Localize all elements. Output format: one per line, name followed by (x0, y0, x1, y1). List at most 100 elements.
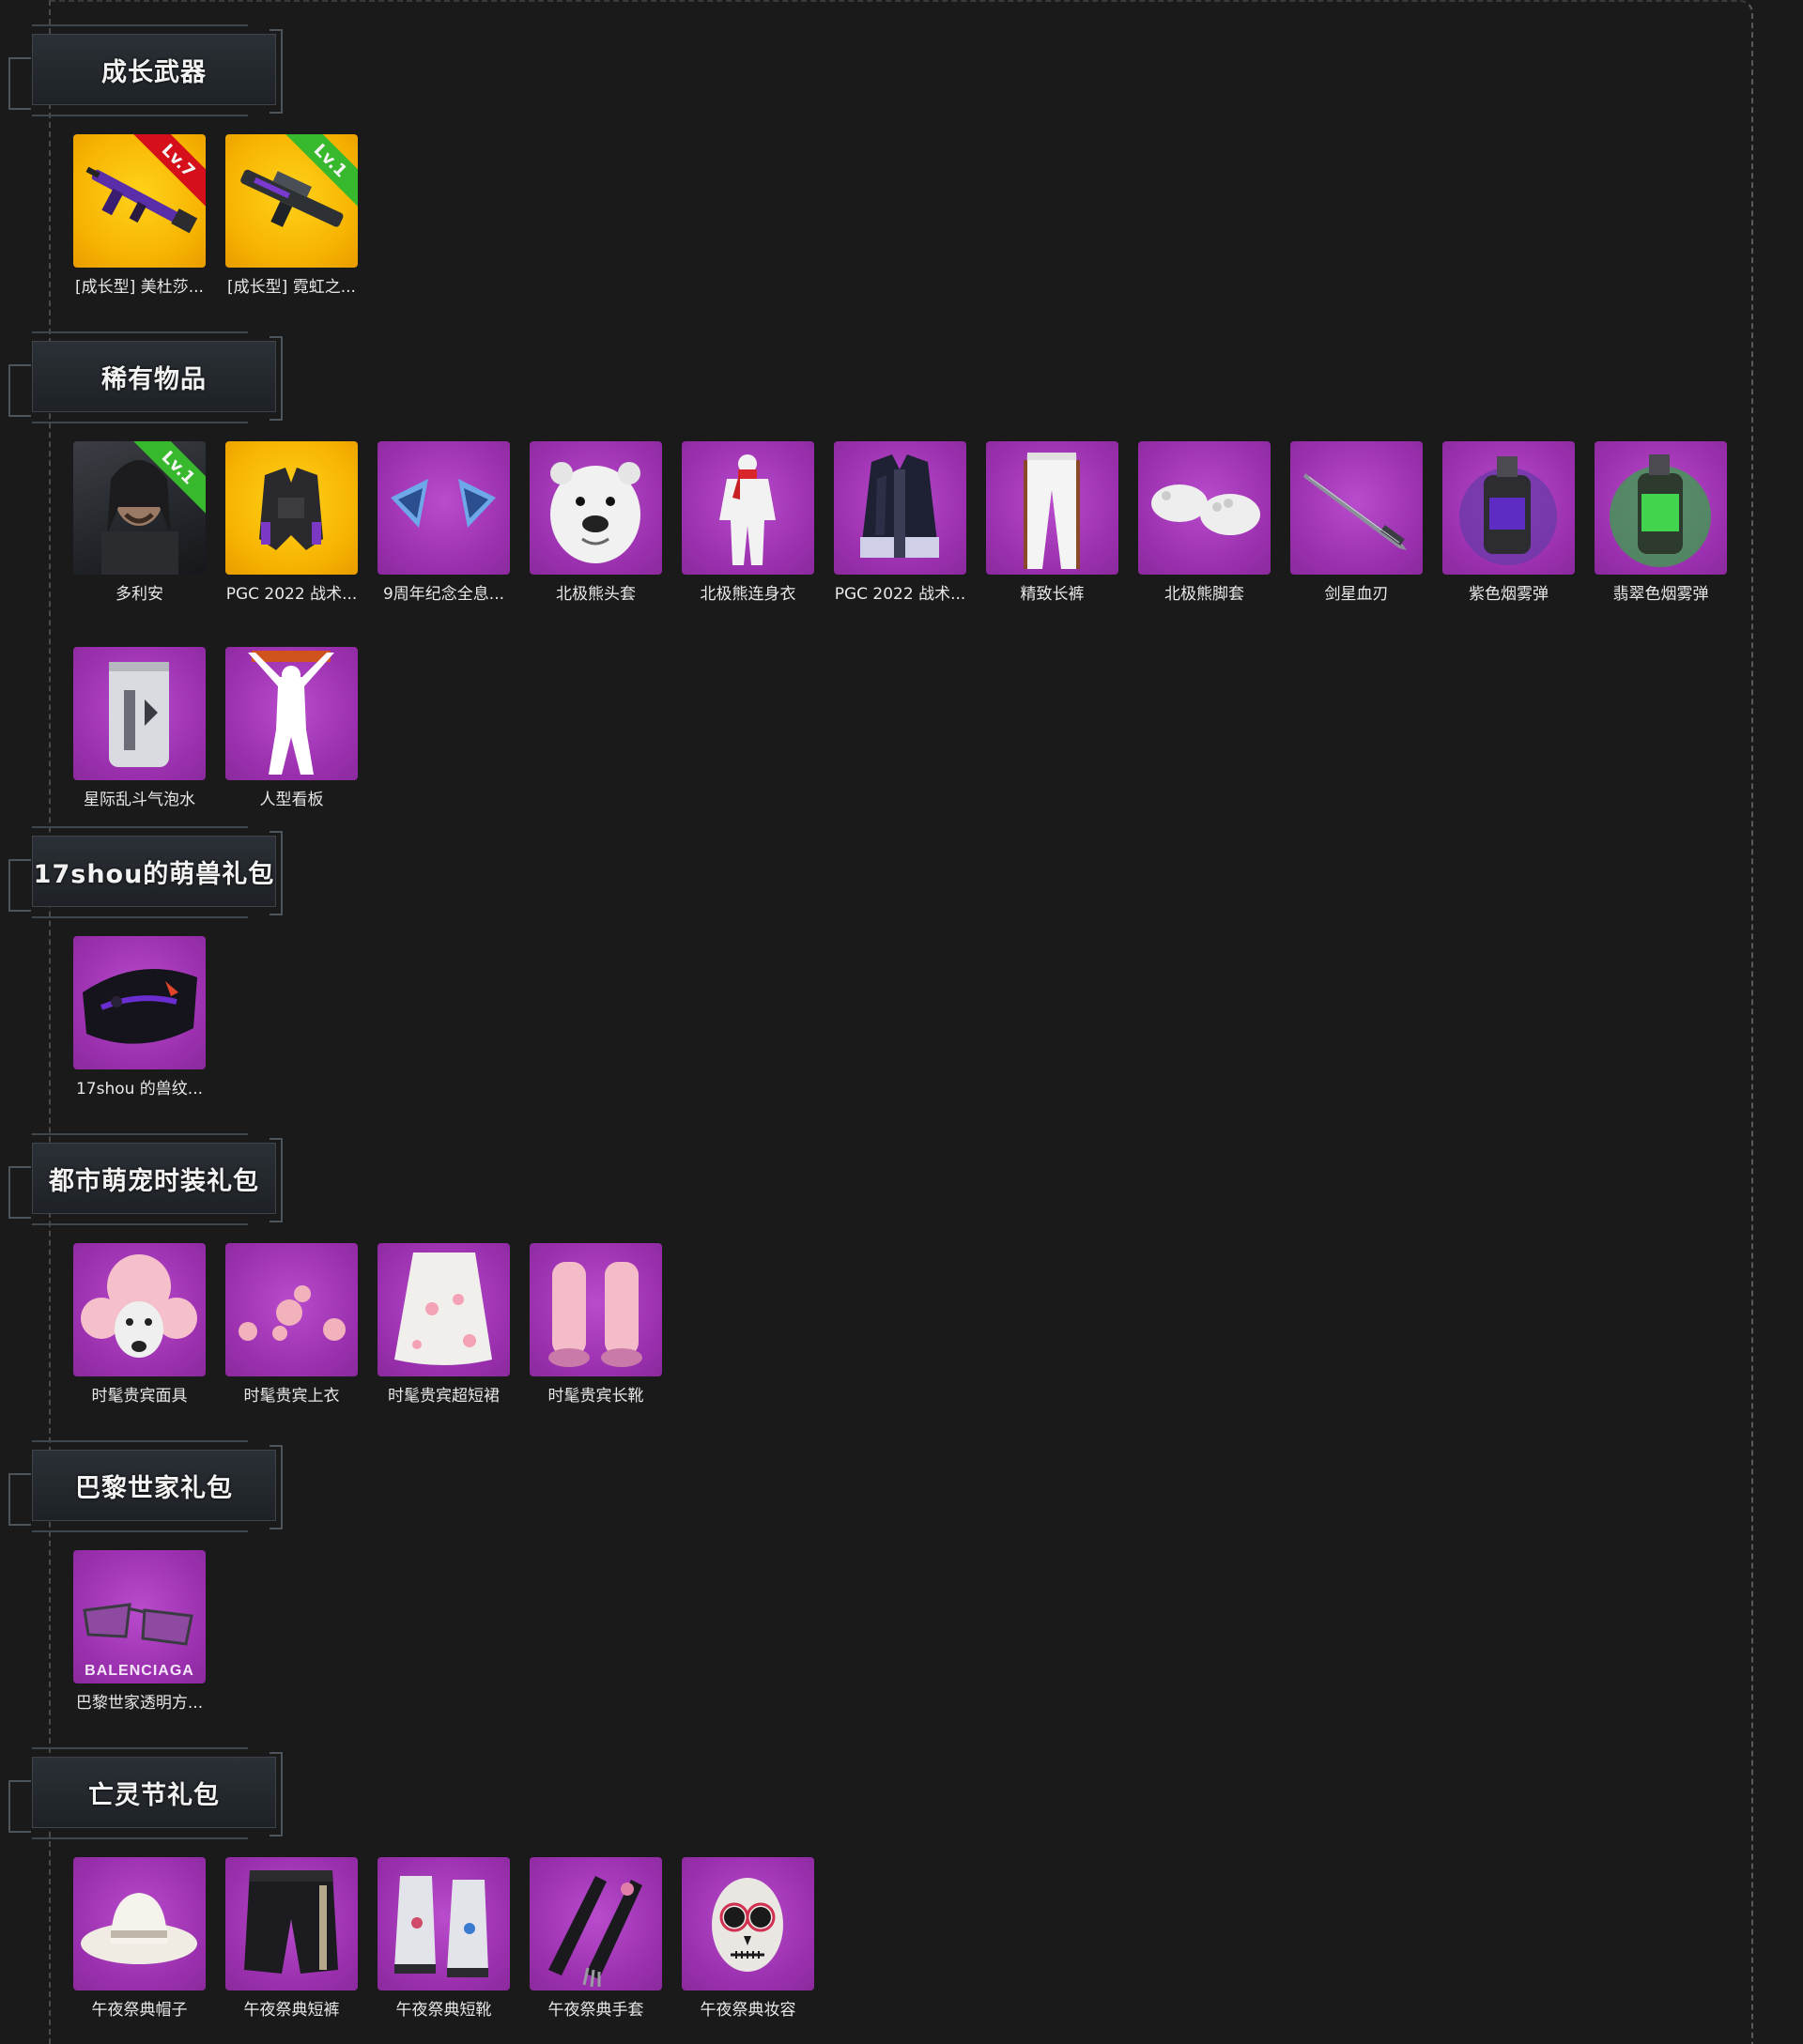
header-decor-line (32, 1440, 248, 1442)
item-name: 北极熊脚套 (1164, 585, 1244, 604)
section-header: 成长武器 (8, 17, 283, 122)
inventory-item[interactable]: Lv.1 [成长型] 霓虹之... (225, 134, 358, 297)
inventory-item[interactable]: BALENCIAGA 巴黎世家透明方... (73, 1550, 206, 1713)
item-thumbnail[interactable] (225, 1243, 358, 1376)
item-thumbnail[interactable] (682, 1857, 814, 1990)
header-decor-line (32, 331, 248, 333)
item-name: 紫色烟雾弹 (1469, 585, 1549, 604)
inventory-item[interactable]: 午夜祭典妆容 (682, 1857, 814, 2020)
item-name: [成长型] 霓虹之... (227, 278, 356, 297)
item-name: 北极熊头套 (556, 585, 636, 604)
header-decor-line (32, 1747, 248, 1749)
item-thumbnail[interactable]: BALENCIAGA (73, 1550, 206, 1683)
header-decor-line (32, 24, 248, 26)
item-thumbnail[interactable] (378, 1857, 510, 1990)
item-name: PGC 2022 战术... (834, 585, 966, 604)
item-thumbnail[interactable]: Lv.7 (73, 134, 206, 268)
item-thumbnail[interactable] (530, 1857, 662, 1990)
item-grid: Lv.1 多利安 PGC 2022 战术... 9周年纪念全息... 北极熊头套 北极熊连… (73, 441, 1754, 853)
inventory-item[interactable]: 北极熊连身衣 (682, 441, 814, 604)
header-decor-line (32, 1223, 248, 1225)
inventory-item[interactable]: 时髦贵宾面具 (73, 1243, 206, 1406)
inventory-item[interactable]: Lv.1 多利安 (73, 441, 206, 604)
item-name: 星际乱斗气泡水 (84, 791, 195, 809)
item-thumbnail[interactable] (73, 1243, 206, 1376)
item-thumbnail[interactable] (225, 1857, 358, 1990)
item-name: 时髦贵宾长靴 (547, 1387, 644, 1406)
item-name: [成长型] 美杜莎... (75, 278, 204, 297)
section-title: 17shou的萌兽礼包 (33, 859, 275, 889)
item-thumbnail[interactable] (73, 1857, 206, 1990)
item-name: 翡翠色烟雾弹 (1612, 585, 1709, 604)
item-thumbnail[interactable] (530, 1243, 662, 1376)
item-name: 剑星血刃 (1324, 585, 1389, 604)
item-thumbnail[interactable] (225, 647, 358, 780)
item-name: 午夜祭典帽子 (91, 2001, 188, 2020)
header-decor-line (32, 1133, 248, 1135)
item-thumbnail[interactable] (682, 441, 814, 575)
section-title: 稀有物品 (101, 364, 207, 394)
brand-label: BALENCIAGA (85, 1663, 194, 1679)
item-name: 17shou 的兽纹... (75, 1080, 204, 1099)
inventory-item[interactable]: 剑星血刃 (1290, 441, 1423, 604)
section-header: 亡灵节礼包 (8, 1740, 283, 1845)
inventory-item[interactable]: 时髦贵宾长靴 (530, 1243, 662, 1406)
item-thumbnail[interactable] (73, 647, 206, 780)
item-thumbnail[interactable] (530, 441, 662, 575)
inventory-item[interactable]: 午夜祭典短靴 (378, 1857, 510, 2020)
section-header: 稀有物品 (8, 324, 283, 429)
inventory-item[interactable]: 时髦贵宾超短裙 (378, 1243, 510, 1406)
item-grid: BALENCIAGA 巴黎世家透明方... (73, 1550, 1754, 1756)
item-name: 时髦贵宾上衣 (243, 1387, 340, 1406)
item-name: 时髦贵宾面具 (91, 1387, 188, 1406)
section-title: 巴黎世家礼包 (75, 1473, 233, 1503)
item-grid: 时髦贵宾面具 时髦贵宾上衣 时髦贵宾超短裙 时髦贵宾长靴 (73, 1243, 1754, 1449)
item-thumbnail[interactable] (1442, 441, 1575, 575)
inventory-item[interactable]: 星际乱斗气泡水 (73, 647, 206, 809)
item-name: 巴黎世家透明方... (75, 1694, 204, 1713)
item-thumbnail[interactable] (73, 936, 206, 1069)
item-grid: 17shou 的兽纹... (73, 936, 1754, 1142)
header-decor-line (32, 1837, 248, 1839)
item-name: 午夜祭典手套 (547, 2001, 644, 2020)
inventory-item[interactable]: 翡翠色烟雾弹 (1595, 441, 1727, 604)
header-decor-line (32, 916, 248, 918)
inventory-item[interactable]: Lv.7 [成长型] 美杜莎... (73, 134, 206, 297)
inventory-item[interactable]: 17shou 的兽纹... (73, 936, 206, 1099)
inventory-item[interactable]: 9周年纪念全息... (378, 441, 510, 604)
inventory-item[interactable]: PGC 2022 战术... (225, 441, 358, 604)
section-header: 17shou的萌兽礼包 (8, 819, 283, 924)
item-grid: Lv.7 [成长型] 美杜莎... Lv.1 [成长型] 霓虹之... (73, 134, 1754, 340)
item-name: PGC 2022 战术... (225, 585, 358, 604)
header-decor-line (32, 1530, 248, 1532)
item-grid: 午夜祭典帽子 午夜祭典短裤 午夜祭典短靴 午夜祭典手套 午夜祭典妆容 (73, 1857, 1754, 2044)
item-name: 北极熊连身衣 (700, 585, 796, 604)
item-thumbnail[interactable] (986, 441, 1118, 575)
item-thumbnail[interactable] (834, 441, 966, 575)
inventory-item[interactable]: PGC 2022 战术... (834, 441, 966, 604)
item-thumbnail[interactable] (378, 1243, 510, 1376)
item-name: 午夜祭典妆容 (700, 2001, 796, 2020)
inventory-item[interactable]: 人型看板 (225, 647, 358, 809)
inventory-item[interactable]: 午夜祭典帽子 (73, 1857, 206, 2020)
item-thumbnail[interactable]: Lv.1 (225, 134, 358, 268)
inventory-item[interactable]: 精致长裤 (986, 441, 1118, 604)
header-decor-line (32, 422, 248, 423)
item-thumbnail[interactable] (225, 441, 358, 575)
item-name: 午夜祭典短靴 (395, 2001, 492, 2020)
inventory-item[interactable]: 北极熊脚套 (1138, 441, 1271, 604)
inventory-item[interactable]: 时髦贵宾上衣 (225, 1243, 358, 1406)
item-name: 人型看板 (259, 791, 324, 809)
section-title: 亡灵节礼包 (88, 1780, 220, 1810)
inventory-item[interactable]: 北极熊头套 (530, 441, 662, 604)
item-thumbnail[interactable] (378, 441, 510, 575)
item-thumbnail[interactable] (1290, 441, 1423, 575)
inventory-item[interactable]: 紫色烟雾弹 (1442, 441, 1575, 604)
item-thumbnail[interactable] (1595, 441, 1727, 575)
inventory-item[interactable]: 午夜祭典手套 (530, 1857, 662, 2020)
section-title: 都市萌宠时装礼包 (49, 1166, 259, 1196)
item-thumbnail[interactable] (1138, 441, 1271, 575)
item-thumbnail[interactable]: Lv.1 (73, 441, 206, 575)
section-header: 都市萌宠时装礼包 (8, 1126, 283, 1231)
inventory-item[interactable]: 午夜祭典短裤 (225, 1857, 358, 2020)
